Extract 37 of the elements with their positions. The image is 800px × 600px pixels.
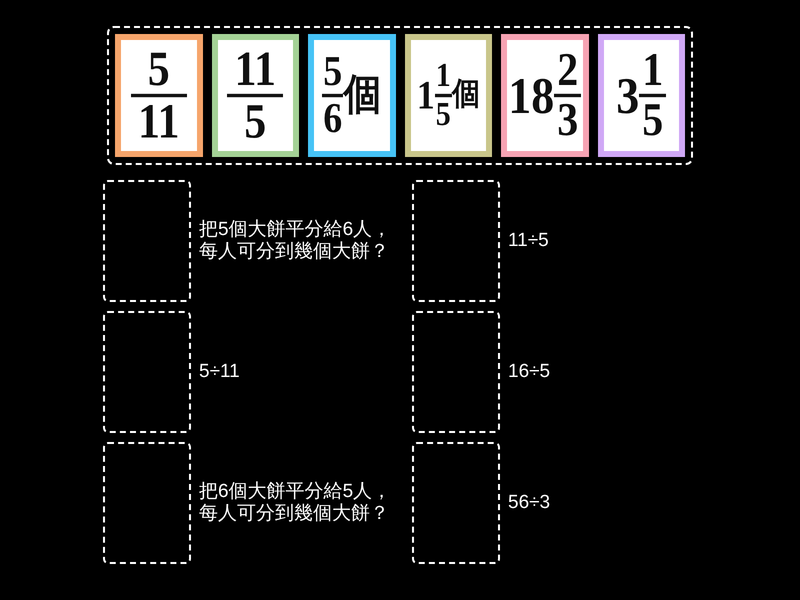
fraction-bar: [434, 94, 452, 98]
denominator: 11: [136, 100, 181, 143]
numerator: 5: [146, 48, 171, 90]
prompt-text: 把5個大餅平分給6人，每人可分到幾個大餅？: [199, 219, 392, 263]
denominator: 6: [322, 100, 342, 138]
numerator: 2: [556, 50, 580, 90]
drop-zone[interactable]: [412, 311, 500, 433]
numerator: 1: [641, 50, 664, 90]
prompt-text: 16÷5: [508, 361, 550, 383]
prompt-text: 11÷5: [508, 230, 549, 252]
prompt-text: 5÷11: [199, 361, 240, 383]
fraction-bar: [554, 94, 582, 98]
prompt-text: 56÷3: [508, 492, 550, 514]
fraction-card[interactable]: 5 11: [115, 34, 202, 157]
whole-number: 1: [416, 75, 435, 116]
denominator: 5: [641, 100, 664, 141]
fraction-bar: [130, 94, 187, 98]
numerator: 5: [322, 54, 342, 90]
drop-zone[interactable]: [103, 180, 191, 302]
drop-zone[interactable]: [103, 311, 191, 433]
unit-label: 個: [343, 74, 382, 117]
unit-label: 個: [452, 80, 480, 112]
fraction-card[interactable]: 11 5: [212, 34, 299, 157]
drop-zone[interactable]: [412, 442, 500, 564]
numerator: 11: [233, 48, 278, 90]
fraction-bar: [322, 94, 344, 98]
numerator: 1: [434, 62, 451, 90]
denominator: 5: [434, 100, 451, 130]
prompt-text: 把6個大餅平分給5人，每人可分到幾個大餅？: [199, 481, 392, 525]
whole-number: 3: [616, 70, 640, 122]
drop-zone[interactable]: [412, 180, 500, 302]
fraction-bar: [227, 94, 284, 98]
drop-zone[interactable]: [103, 442, 191, 564]
denominator: 5: [243, 100, 268, 143]
denominator: 3: [556, 100, 580, 141]
whole-number: 18: [508, 70, 554, 122]
fraction-bar: [639, 94, 666, 98]
